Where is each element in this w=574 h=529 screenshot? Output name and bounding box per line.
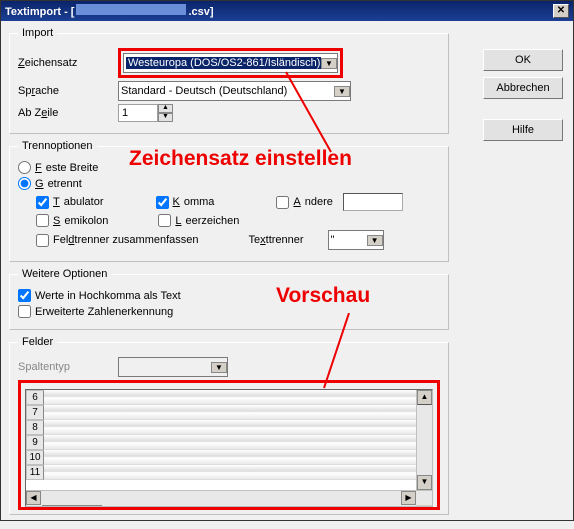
- zeichensatz-label: Zeichensatz: [18, 57, 118, 69]
- row-data: [44, 435, 416, 450]
- scroll-left-icon[interactable]: ◀: [26, 491, 41, 505]
- row-data: [44, 465, 416, 480]
- vertical-scrollbar[interactable]: ▲ ▼: [416, 390, 432, 490]
- tabulator-checkbox[interactable]: Tabulator: [36, 196, 104, 209]
- felder-legend: Felder: [18, 336, 57, 348]
- cancel-button[interactable]: Abbrechen: [483, 77, 563, 99]
- table-row[interactable]: 6: [26, 390, 416, 405]
- spinner-up-icon[interactable]: ▲: [158, 104, 173, 113]
- spaltentyp-label: Spaltentyp: [18, 361, 118, 373]
- import-group: Import Zeichensatz Westeuropa (DOS/OS2-8…: [9, 27, 449, 134]
- window-title: Textimport - [.csv]: [5, 4, 553, 18]
- texttrenner-combo[interactable]: " ▼: [328, 230, 384, 250]
- row-data: [44, 450, 416, 465]
- scroll-down-icon[interactable]: ▼: [417, 475, 432, 490]
- zahlenerk-checkbox[interactable]: Erweiterte Zahlenerkennung: [18, 305, 440, 318]
- sprache-label: Sprache: [18, 85, 118, 97]
- ok-button[interactable]: OK: [483, 49, 563, 71]
- scroll-right-icon[interactable]: ▶: [401, 491, 416, 505]
- import-legend: Import: [18, 27, 57, 39]
- leerzeichen-checkbox[interactable]: Leerzeichen: [158, 214, 239, 227]
- row-data: [44, 405, 416, 420]
- chevron-down-icon[interactable]: ▼: [367, 235, 383, 246]
- row-number: 11: [26, 465, 44, 480]
- row-number: 8: [26, 420, 44, 435]
- texttrenner-label: Texttrenner: [249, 234, 304, 246]
- spaltentyp-combo[interactable]: ▼: [118, 357, 228, 377]
- titlebar: Textimport - [.csv] ✕: [1, 1, 573, 21]
- abzeile-label: Ab Zeile: [18, 107, 118, 119]
- zeichensatz-combo[interactable]: Westeuropa (DOS/OS2-861/Isländisch) ▼: [123, 53, 338, 73]
- abzeile-input[interactable]: [118, 104, 158, 122]
- help-button[interactable]: Hilfe: [483, 119, 563, 141]
- semikolon-checkbox[interactable]: Semikolon: [36, 214, 108, 227]
- scroll-up-icon[interactable]: ▲: [417, 390, 432, 405]
- preview-area: 67891011 ▲ ▼ ◀ ▶: [18, 380, 440, 510]
- annotation-zeichensatz: Zeichensatz einstellen: [129, 147, 352, 171]
- weitere-legend: Weitere Optionen: [18, 268, 111, 280]
- getrennt-radio[interactable]: Getrennt: [18, 177, 440, 190]
- andere-input[interactable]: [343, 193, 403, 211]
- chevron-down-icon[interactable]: ▼: [321, 58, 337, 69]
- chevron-down-icon[interactable]: ▼: [211, 362, 227, 373]
- row-data: [44, 390, 416, 405]
- row-number: 9: [26, 435, 44, 450]
- filename-redacted: [76, 4, 186, 15]
- annotation-vorschau: Vorschau: [276, 284, 370, 308]
- felder-group: Felder Spaltentyp ▼ 67891011 ▲ ▼ ◀: [9, 336, 449, 515]
- andere-checkbox[interactable]: Andere: [276, 193, 402, 211]
- hochkomma-checkbox[interactable]: Werte in Hochkomma als Text: [18, 289, 440, 302]
- table-row[interactable]: 10: [26, 450, 416, 465]
- abzeile-spinner[interactable]: ▲ ▼: [118, 104, 173, 122]
- row-number: 7: [26, 405, 44, 420]
- scroll-corner: [416, 505, 432, 507]
- feldtrenner-checkbox[interactable]: Feldtrenner zusammenfassen: [36, 234, 199, 247]
- table-row[interactable]: 9: [26, 435, 416, 450]
- close-button[interactable]: ✕: [553, 4, 569, 18]
- komma-checkbox[interactable]: Komma: [156, 196, 215, 209]
- weitere-group: Weitere Optionen Werte in Hochkomma als …: [9, 268, 449, 330]
- table-row[interactable]: 8: [26, 420, 416, 435]
- row-number: 10: [26, 450, 44, 465]
- table-row[interactable]: 11: [26, 465, 416, 480]
- chevron-down-icon[interactable]: ▼: [334, 86, 350, 97]
- table-row[interactable]: 7: [26, 405, 416, 420]
- horizontal-scrollbar[interactable]: ◀ ▶: [26, 490, 432, 506]
- trenn-legend: Trennoptionen: [18, 140, 97, 152]
- scroll-thumb[interactable]: [42, 505, 102, 507]
- row-data: [44, 420, 416, 435]
- spinner-down-icon[interactable]: ▼: [158, 113, 173, 122]
- sprache-combo[interactable]: Standard - Deutsch (Deutschland) ▼: [118, 81, 351, 101]
- row-number: 6: [26, 390, 44, 405]
